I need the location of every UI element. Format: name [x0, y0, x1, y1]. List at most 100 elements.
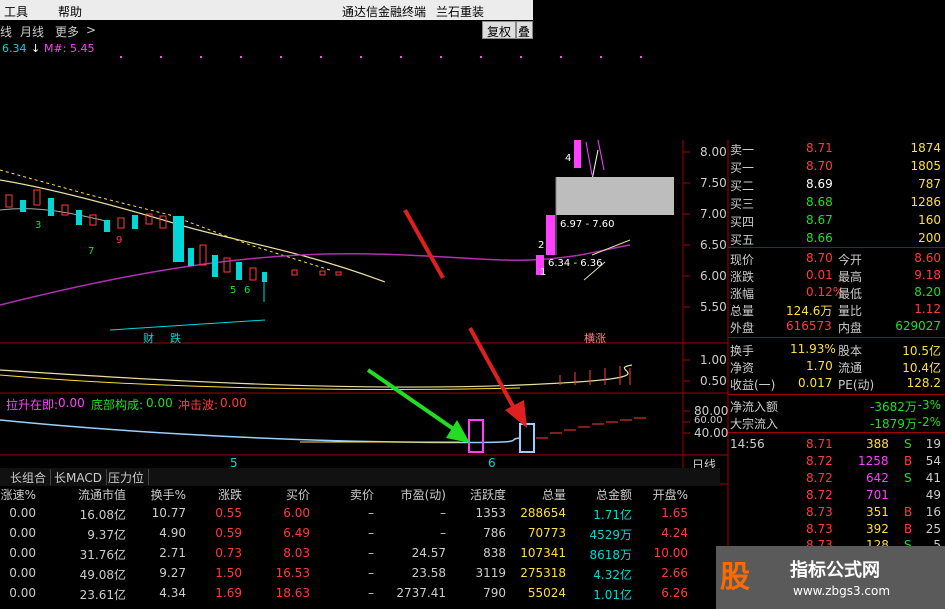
table-row[interactable]: 0.00 49.08亿 9.27 1.50 16.53 – 23.58 3119… — [0, 566, 720, 586]
bid-row: 买四 8.67 160 — [728, 212, 945, 229]
range-upper: 6.97 - 7.60 — [560, 219, 615, 230]
target-zone — [556, 177, 674, 215]
tick-volume: 1258 — [858, 454, 889, 468]
bid-row: 买一 8.70 1805 — [728, 158, 945, 175]
stat2-row: 净资 1.70 流通 10.4亿 — [728, 358, 945, 375]
tick-price: 8.73 — [806, 538, 833, 546]
price-axis-label: 6.00 — [700, 269, 727, 283]
range-lower: 6.34 - 6.36 — [548, 258, 603, 269]
stat-label: 净资 — [730, 361, 755, 375]
bid-label: 买四 — [730, 215, 755, 229]
bid-price: 8.68 — [806, 195, 833, 209]
tick-count: 16 — [925, 505, 941, 519]
bid-label: 买一 — [730, 161, 755, 175]
stat-label: 最高 — [838, 270, 863, 284]
vol-axis-label: 1.00 — [700, 353, 727, 367]
col-header[interactable]: 涨速% — [0, 486, 36, 503]
stat-value: 8.70 — [806, 251, 833, 265]
ind-axis-label: 40.00 — [694, 426, 729, 440]
tick-price: 8.73 — [806, 505, 833, 519]
tick-volume: 351 — [866, 505, 889, 519]
tick-count: 54 — [925, 454, 941, 468]
ask-row: 卖一 8.71 1874 — [728, 140, 945, 157]
tick-row: 8.72 1258 B 54 — [728, 453, 945, 470]
candle-num-5: 5 — [230, 285, 237, 296]
col-header[interactable]: 卖价 — [320, 486, 374, 503]
col-header[interactable]: 涨跌 — [190, 486, 242, 503]
price-axis-label: 5.50 — [700, 300, 727, 314]
table-row[interactable]: 0.00 9.37亿 4.90 0.59 6.49 – – 786 70773 … — [0, 526, 720, 546]
tick-count: 25 — [925, 522, 941, 536]
bid-price: 8.66 — [806, 231, 833, 245]
table-header: 涨速% 流通市值 换手% 涨跌 买价 卖价 市盈(动) 活跃度 总量 总金额 开… — [0, 486, 720, 506]
ma-dots — [120, 56, 642, 58]
price-axis-label: 7.50 — [700, 176, 727, 190]
candle-num-6: 6 — [244, 285, 251, 296]
stat-label: 涨跌 — [730, 270, 755, 284]
bid-volume: 200 — [918, 231, 941, 245]
tick-side: B — [904, 505, 913, 519]
ind-label-1: 拉升在即: — [6, 398, 59, 412]
tab-pressure[interactable]: 压力位 — [104, 469, 150, 485]
green-arrow-icon — [366, 368, 470, 443]
tick-row: 14:56 8.71 388 S 19 — [728, 436, 945, 453]
stat2-row: 收益(一) 0.017 PE(动) 128.2 — [728, 375, 945, 392]
ind-label-3: 冲击波: — [178, 398, 219, 412]
tick-volume: 388 — [866, 437, 889, 451]
col-header[interactable]: 流通市值 — [40, 486, 126, 503]
candle-num-9: 9 — [116, 235, 123, 246]
signal-bar-2 — [519, 423, 535, 453]
stat-row: 现价 8.70 今开 8.60 — [728, 250, 945, 267]
bid-label: 买五 — [730, 233, 755, 247]
stat-value: 9.18 — [914, 268, 941, 282]
trading-terminal: { "menu": {"tools":"工具","help":"帮助","app… — [0, 0, 945, 609]
col-header[interactable]: 市盈(动) — [380, 486, 446, 503]
stat-label: 换手 — [730, 344, 755, 358]
tab-combo[interactable]: 长组合 — [6, 469, 52, 485]
ask-label: 卖一 — [730, 143, 755, 157]
col-header[interactable]: 总量 — [510, 486, 566, 503]
tick-side: S — [904, 471, 912, 485]
candle-num-1: 1 — [540, 267, 547, 278]
signal-bar-1 — [468, 419, 484, 453]
bid-price: 8.67 — [806, 213, 833, 227]
quote-divider — [728, 337, 945, 338]
price-axis-ticks — [683, 151, 690, 434]
stat-label: 今开 — [838, 253, 863, 267]
candle-num-2: 2 — [538, 240, 545, 251]
ask-price: 8.71 — [806, 141, 833, 155]
indicator-tab-bar: 长组合 长MACD 压力位 — [0, 468, 720, 486]
bid-volume: 1805 — [910, 159, 941, 173]
col-header[interactable]: 换手% — [130, 486, 186, 503]
table-row[interactable]: 0.00 23.61亿 4.34 1.69 18.63 – 2737.41 79… — [0, 586, 720, 606]
tick-side: B — [904, 454, 913, 468]
stat-value: 11.93% — [790, 342, 836, 356]
flow-amount: -3682万 — [870, 400, 917, 414]
tick-volume: 128 — [866, 538, 889, 546]
tick-row: 8.73 128 S 5 — [728, 537, 945, 546]
table-row[interactable]: 0.00 31.76亿 2.71 0.73 8.03 – 24.57 838 1… — [0, 546, 720, 566]
red-arrow-top-icon — [403, 209, 445, 279]
ask-volume: 1874 — [910, 141, 941, 155]
tick-side: S — [904, 538, 912, 546]
col-header[interactable]: 总金额 — [570, 486, 632, 503]
stat-value: 0.017 — [798, 376, 833, 390]
col-header[interactable]: 开盘% — [636, 486, 688, 503]
stat-label: 外盘 — [730, 321, 755, 335]
bid-price: 8.70 — [806, 159, 833, 173]
tick-count: 19 — [925, 437, 941, 451]
flow-row: 净流入额 -3682万 -3% — [728, 397, 945, 414]
trend-line-bottom — [109, 319, 266, 331]
vol-axis-label: 0.50 — [700, 374, 727, 388]
candles — [5, 139, 631, 302]
stat-value: 0.01 — [806, 268, 833, 282]
stat-value: 1.70 — [806, 359, 833, 373]
tick-volume: 642 — [866, 471, 889, 485]
bid-volume: 787 — [918, 177, 941, 191]
col-header[interactable]: 活跃度 — [450, 486, 506, 503]
col-header[interactable]: 买价 — [250, 486, 310, 503]
tick-time: 14:56 — [730, 437, 765, 451]
table-row[interactable]: 0.00 16.08亿 10.77 0.55 6.00 – – 1353 288… — [0, 506, 720, 526]
price-axis-label: 7.00 — [700, 207, 727, 221]
tab-macd[interactable]: 长MACD — [50, 469, 107, 485]
